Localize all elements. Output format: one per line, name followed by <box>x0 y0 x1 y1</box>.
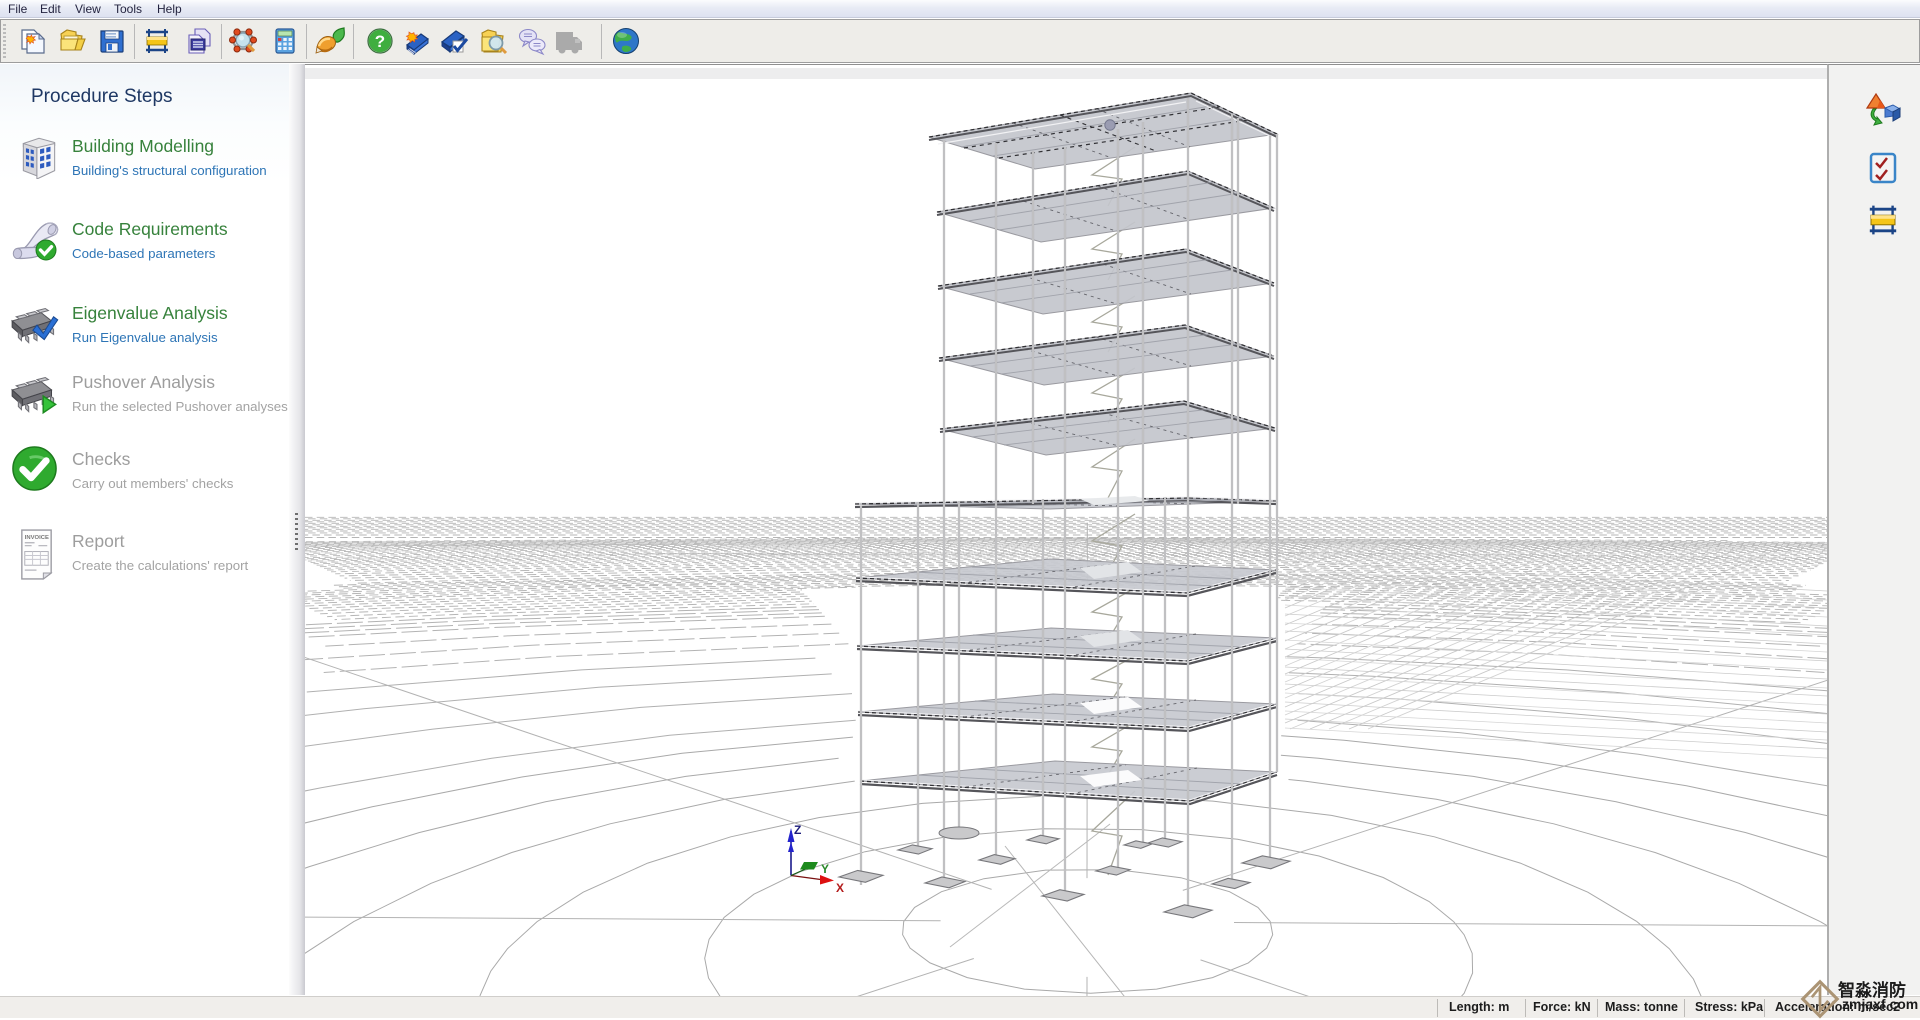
svg-text:Y: Y <box>821 862 829 876</box>
svg-text:?: ? <box>375 32 385 51</box>
svg-text:Z: Z <box>794 823 801 837</box>
svg-text:INVOICE: INVOICE <box>25 535 49 541</box>
svg-text:X: X <box>836 881 844 895</box>
